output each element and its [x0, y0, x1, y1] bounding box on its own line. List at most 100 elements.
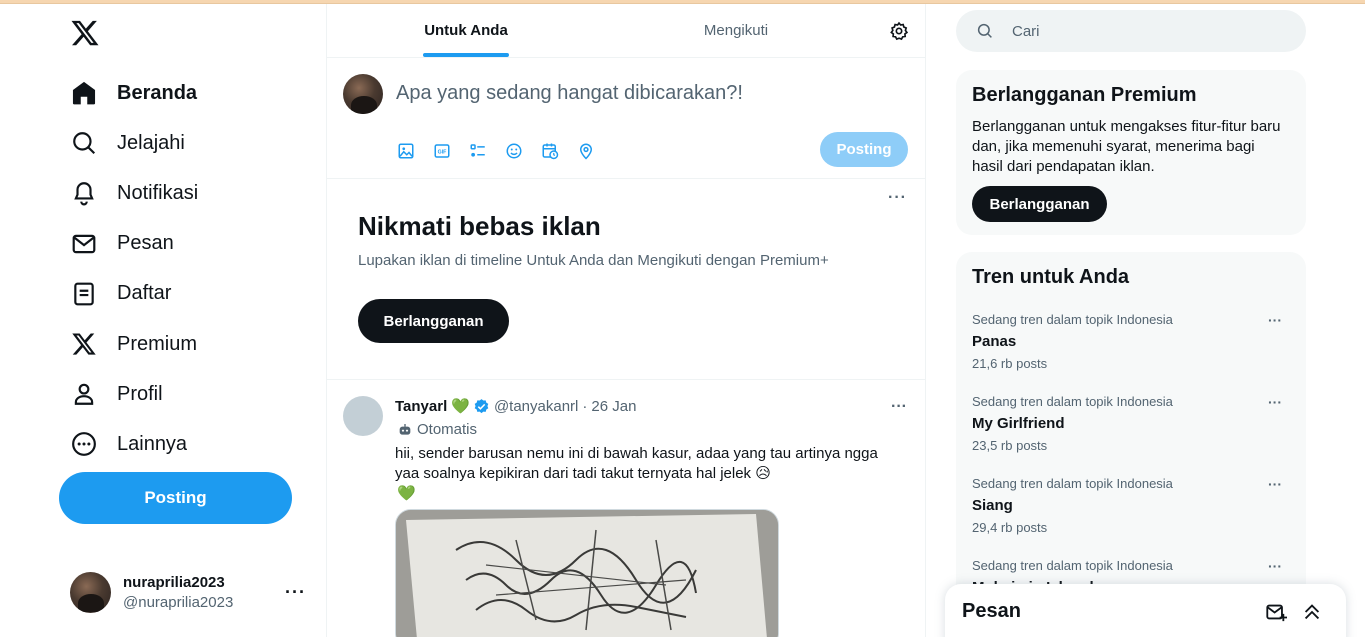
nav-label: Premium — [117, 332, 198, 355]
nav-label: Beranda — [117, 81, 198, 104]
nav-item-notifikasi[interactable]: Notifikasi — [70, 168, 198, 218]
trend-count: 21,6 rb posts — [972, 356, 1048, 371]
more-icon[interactable]: ··· — [1268, 558, 1282, 574]
nav-label: Notifikasi — [117, 181, 199, 204]
search-icon — [70, 129, 98, 157]
premium-card: Berlangganan Premium Berlangganan untuk … — [956, 70, 1306, 235]
chevron-double-up-icon[interactable] — [1301, 601, 1323, 623]
x-logo-icon — [70, 330, 98, 358]
subscribe-button[interactable]: Berlangganan — [972, 186, 1107, 222]
automated-text: Otomatis — [417, 421, 478, 438]
nav-label: Pesan — [117, 232, 174, 255]
compose-box: Apa yang sedang hangat dibicarakan?! GIF… — [327, 58, 925, 179]
avatar — [343, 74, 383, 114]
tweet-photo[interactable] — [395, 509, 779, 637]
timeline-tabs: Untuk Anda Mengikuti — [327, 4, 925, 58]
trend-context: Sedang tren dalam topik Indonesia — [972, 312, 1173, 327]
trend-context: Sedang tren dalam topik Indonesia — [972, 558, 1173, 573]
nav-item-daftar[interactable]: Daftar — [70, 269, 198, 319]
left-sidebar: Beranda Jelajahi Notifikasi Pesan Daftar… — [0, 4, 327, 637]
tweet-date[interactable]: 26 Jan — [591, 398, 636, 415]
location-icon[interactable] — [577, 140, 613, 162]
account-switcher[interactable]: nuraprilia2023 @nuraprilia2023 ··· — [70, 568, 310, 616]
tweet-header: Tanyarl 💚 @tanyakanrl · 26 Jan — [395, 397, 636, 416]
nav-label: Profil — [117, 382, 163, 405]
account-handle: @nuraprilia2023 — [123, 593, 234, 611]
more-icon[interactable]: ··· — [888, 189, 907, 207]
list-icon — [70, 280, 98, 308]
trend-context: Sedang tren dalam topik Indonesia — [972, 476, 1173, 491]
right-sidebar: Berlangganan Premium Berlangganan untuk … — [956, 0, 1306, 637]
trend-name: My Girlfriend — [972, 415, 1065, 432]
tab-mengikuti[interactable]: Mengikuti — [605, 4, 867, 57]
emoji-icon[interactable] — [505, 140, 541, 162]
trend-name: Panas — [972, 333, 1017, 350]
tweet[interactable]: Tanyarl 💚 @tanyakanrl · 26 Jan ··· Otoma… — [327, 380, 925, 637]
avatar[interactable] — [343, 396, 383, 436]
trends-title: Tren untuk Anda — [972, 266, 1130, 288]
x-logo-icon[interactable] — [70, 18, 100, 48]
mail-icon — [70, 230, 98, 258]
home-icon — [70, 79, 98, 107]
messages-drawer-title: Pesan — [962, 600, 1021, 622]
trend-item[interactable]: Sedang tren dalam topik Indonesia Siang … — [972, 476, 1290, 558]
compose-input[interactable]: Apa yang sedang hangat dibicarakan?! — [396, 82, 743, 105]
nav-item-pesan[interactable]: Pesan — [70, 219, 198, 269]
gif-icon[interactable]: GIF — [433, 140, 469, 162]
account-display-name: nuraprilia2023 — [123, 573, 225, 591]
tweet-author-name[interactable]: Tanyarl — [395, 398, 447, 415]
nav-item-lainnya[interactable]: Lainnya — [70, 419, 198, 469]
trend-count: 23,5 rb posts — [972, 438, 1048, 453]
tweet-separator: · — [582, 397, 588, 415]
post-button[interactable]: Posting — [59, 472, 292, 524]
nav-item-jelajahi[interactable]: Jelajahi — [70, 118, 198, 168]
tweet-text-emoji: 💚 — [397, 485, 416, 502]
compose-post-button[interactable]: Posting — [820, 132, 908, 167]
primary-nav: Beranda Jelajahi Notifikasi Pesan Daftar… — [70, 68, 198, 470]
tweet-handle[interactable]: @tanyakanrl — [494, 398, 578, 415]
search-icon — [977, 23, 992, 38]
image-icon[interactable] — [397, 140, 433, 162]
nav-label: Jelajahi — [117, 131, 185, 154]
nav-label: Daftar — [117, 282, 172, 305]
more-icon[interactable]: ··· — [1268, 476, 1282, 492]
more-icon[interactable]: ··· — [285, 582, 306, 603]
trend-item[interactable]: Sedang tren dalam topik Indonesia My Gir… — [972, 394, 1290, 476]
main-timeline: Untuk Anda Mengikuti Apa yang sedang han… — [327, 4, 926, 637]
compose-toolbar: GIF — [397, 140, 613, 162]
paper-scribble-image — [396, 510, 778, 637]
robot-icon — [399, 423, 411, 435]
tab-untuk-anda[interactable]: Untuk Anda — [327, 4, 605, 57]
green-heart-emoji: 💚 — [451, 398, 470, 415]
new-message-icon[interactable] — [1265, 601, 1287, 623]
svg-text:GIF: GIF — [438, 149, 448, 155]
person-icon — [70, 380, 98, 408]
trend-context: Sedang tren dalam topik Indonesia — [972, 394, 1173, 409]
premium-plus-promo: ··· Nikmati bebas iklan Lupakan iklan di… — [327, 179, 925, 380]
automated-label: Otomatis — [397, 421, 477, 438]
trend-name: Siang — [972, 497, 1013, 514]
premium-text: Berlangganan untuk mengakses fitur-fitur… — [972, 118, 1281, 175]
more-icon[interactable]: ··· — [1268, 312, 1282, 328]
schedule-icon[interactable] — [541, 140, 577, 162]
premium-title: Berlangganan Premium — [972, 84, 1197, 106]
gear-icon[interactable] — [889, 21, 909, 41]
more-icon[interactable]: ··· — [891, 398, 907, 416]
avatar — [70, 571, 111, 613]
bell-icon — [70, 179, 98, 207]
trend-count: 29,4 rb posts — [972, 520, 1048, 535]
nav-item-premium[interactable]: Premium — [70, 319, 198, 369]
tweet-text: hii, sender barusan nemu ini di bawah ka… — [395, 445, 878, 482]
verified-badge-icon — [474, 398, 489, 413]
search-input[interactable] — [1012, 22, 1272, 40]
more-icon[interactable]: ··· — [1268, 394, 1282, 410]
nav-item-beranda[interactable]: Beranda — [70, 68, 198, 118]
search-box[interactable] — [956, 10, 1306, 52]
trends-card: Tren untuk Anda Sedang tren dalam topik … — [956, 252, 1306, 637]
subscribe-button[interactable]: Berlangganan — [358, 299, 509, 343]
nav-item-profil[interactable]: Profil — [70, 369, 198, 419]
poll-icon[interactable] — [469, 140, 505, 162]
trend-item[interactable]: Sedang tren dalam topik Indonesia Panas … — [972, 312, 1290, 394]
promo-text: Lupakan iklan di timeline Untuk Anda dan… — [358, 252, 829, 269]
messages-drawer[interactable]: Pesan — [945, 584, 1346, 637]
